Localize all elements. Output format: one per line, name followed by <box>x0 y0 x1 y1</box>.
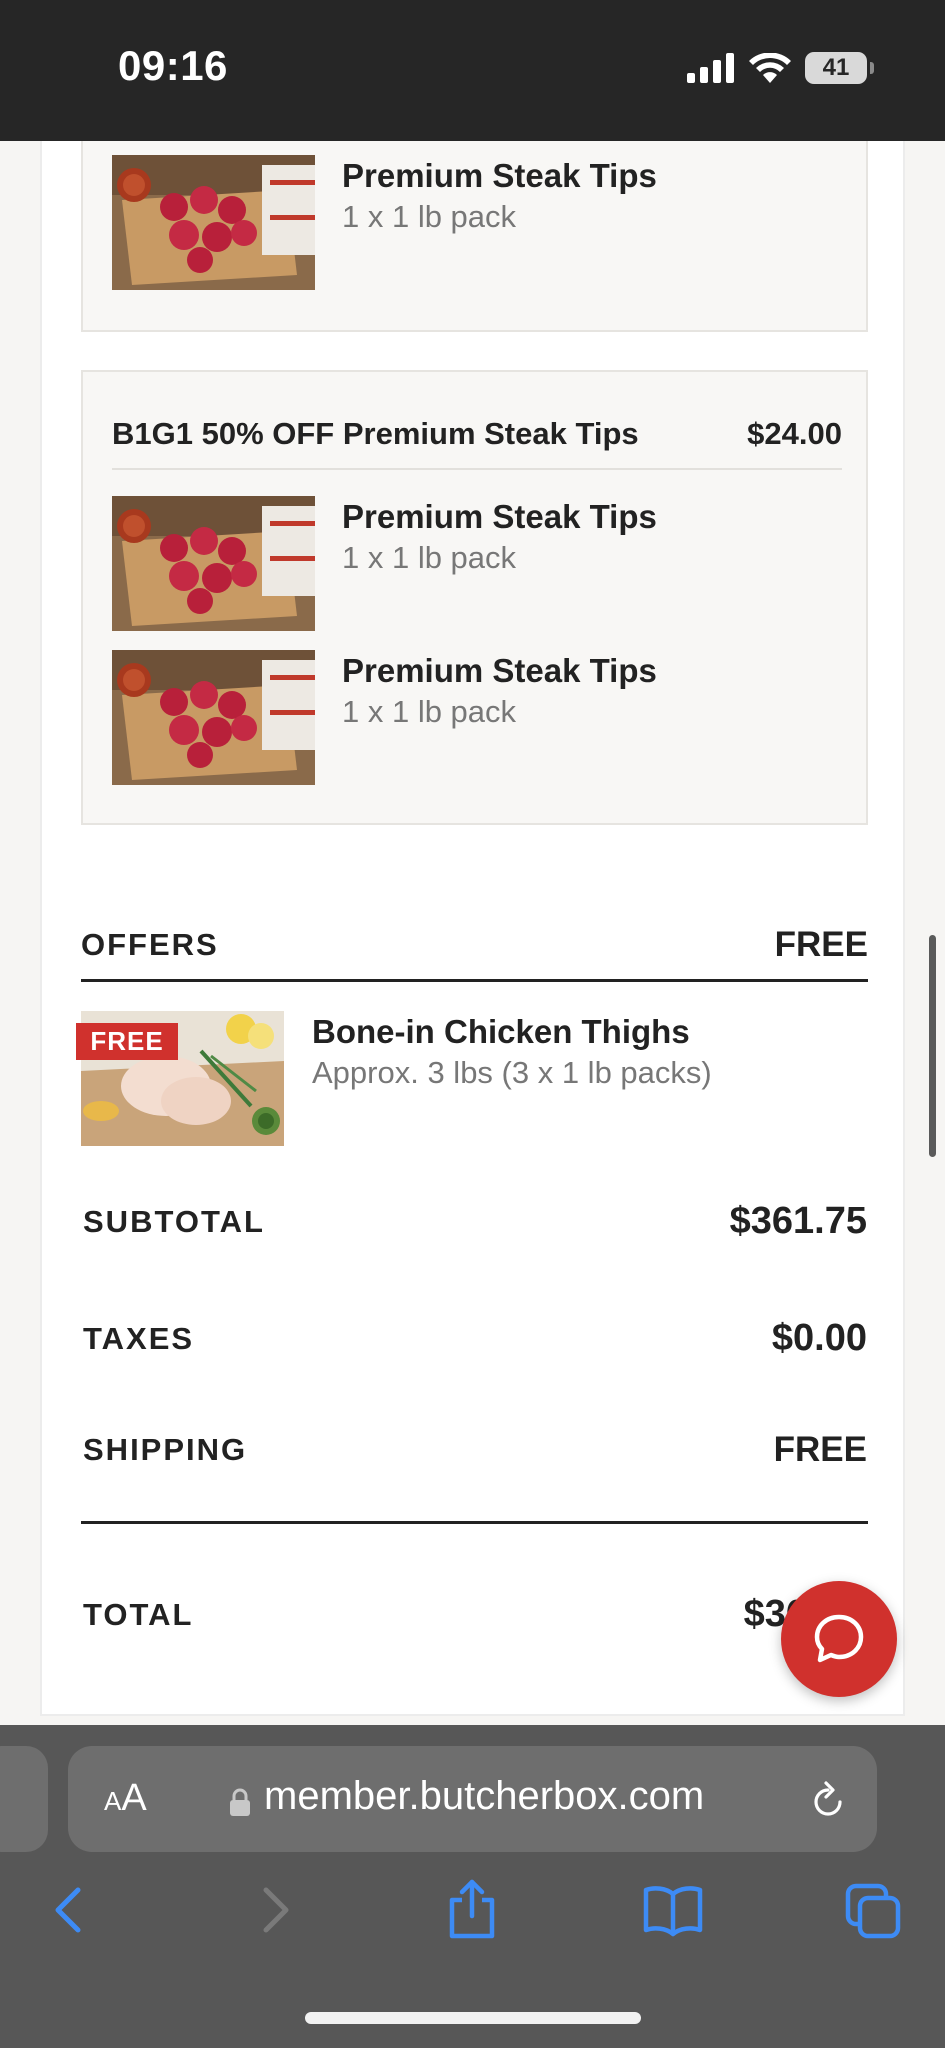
status-icons: 41 <box>687 52 874 84</box>
subtotal-label: SUBTOTAL <box>83 1204 265 1239</box>
taxes-row: TAXES $0.00 <box>83 1315 867 1365</box>
bundle-panel: B1G1 50% OFF Premium Steak Tips $24.00 P… <box>81 370 868 825</box>
shipping-row: SHIPPING FREE <box>83 1426 867 1476</box>
total-label: TOTAL <box>83 1597 194 1632</box>
address-bar[interactable]: AA member.butcherbox.com <box>68 1746 877 1852</box>
offer-item: FREE Bone-in Chicken Thighs Approx. 3 lb… <box>76 1011 868 1146</box>
reload-icon[interactable] <box>809 1780 847 1820</box>
bundle-item: Premium Steak Tips 1 x 1 lb pack <box>112 496 842 631</box>
subtotal-value: $361.75 <box>729 1200 867 1242</box>
previous-tab-peek[interactable] <box>0 1746 48 1852</box>
reader-text-size-button[interactable]: AA <box>104 1777 147 1820</box>
item-qty: 1 x 1 lb pack <box>342 199 517 234</box>
steak-tips-image <box>112 496 315 631</box>
home-indicator <box>305 2012 641 2024</box>
item-qty: 1 x 1 lb pack <box>342 540 517 575</box>
status-time: 09:16 <box>118 42 228 89</box>
battery-icon: 41 <box>805 52 874 84</box>
order-item: Premium Steak Tips 1 x 1 lb pack <box>112 155 842 290</box>
order-summary-card: Premium Steak Tips 1 x 1 lb pack B1G1 50… <box>40 141 905 1716</box>
tabs-icon[interactable] <box>844 1882 902 1940</box>
status-bar: 09:16 41 <box>0 0 945 141</box>
item-name: Premium Steak Tips <box>342 157 657 194</box>
bundle-price: $24.00 <box>747 416 842 451</box>
battery-level: 41 <box>822 54 850 81</box>
bundle-header: B1G1 50% OFF Premium Steak Tips $24.00 <box>112 416 842 470</box>
wifi-icon <box>749 53 791 83</box>
signal-icon <box>687 53 734 83</box>
total-row: TOTAL $36 <box>83 1591 867 1641</box>
chat-button[interactable] <box>781 1581 897 1697</box>
bundle-item: Premium Steak Tips 1 x 1 lb pack <box>112 650 842 785</box>
item-qty: 1 x 1 lb pack <box>342 694 517 729</box>
shipping-value: FREE <box>773 1430 867 1469</box>
item-name: Premium Steak Tips <box>342 498 657 535</box>
offers-value: FREE <box>774 925 868 964</box>
free-badge: FREE <box>76 1023 178 1060</box>
offers-label: OFFERS <box>81 927 219 962</box>
forward-arrow-icon[interactable] <box>246 1882 302 1938</box>
steak-tips-image <box>112 650 315 785</box>
share-icon[interactable] <box>444 1878 500 1940</box>
bookmarks-icon[interactable] <box>642 1882 704 1938</box>
offer-item-desc: Approx. 3 lbs (3 x 1 lb packs) <box>312 1055 712 1090</box>
item-name: Premium Steak Tips <box>342 652 657 689</box>
page-content: Premium Steak Tips 1 x 1 lb pack B1G1 50… <box>0 141 945 1725</box>
summary-divider <box>81 1521 868 1524</box>
chat-bubble-icon <box>814 1614 864 1663</box>
back-arrow-icon[interactable] <box>42 1882 98 1938</box>
shipping-label: SHIPPING <box>83 1432 248 1467</box>
page-scrollbar[interactable] <box>929 935 936 1157</box>
lock-icon <box>230 1788 250 1816</box>
order-box-panel: Premium Steak Tips 1 x 1 lb pack <box>81 141 868 332</box>
offer-item-name: Bone-in Chicken Thighs <box>312 1013 690 1050</box>
taxes-value: $0.00 <box>771 1317 867 1359</box>
url-text[interactable]: member.butcherbox.com <box>264 1774 704 1819</box>
subtotal-row: SUBTOTAL $361.75 <box>83 1198 867 1248</box>
bundle-title: B1G1 50% OFF Premium Steak Tips <box>112 416 639 451</box>
taxes-label: TAXES <box>83 1321 195 1356</box>
offers-header: OFFERS FREE <box>81 917 868 982</box>
steak-tips-image <box>112 155 315 290</box>
